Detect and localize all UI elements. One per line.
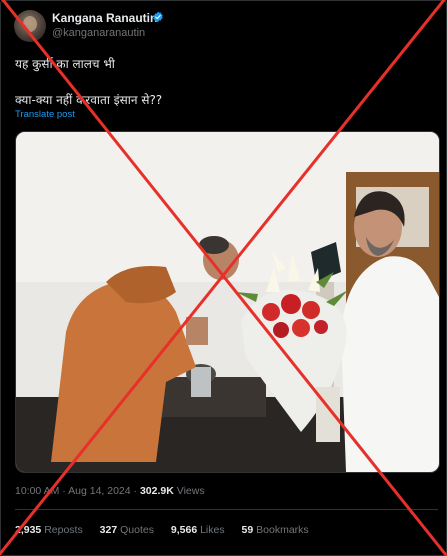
bookmarks-stat[interactable]: 59 Bookmarks (242, 524, 309, 536)
tweet-text-line-1: यह कुर्सी का लालच भी (15, 57, 115, 71)
tweet-text-line-2: क्या-क्या नहीं करवाता इंसान से?? (15, 93, 163, 107)
engagement-stats: 2,935 Reposts 327 Quotes 9,566 Likes 59 … (15, 524, 323, 536)
reposts-count: 2,935 (15, 524, 42, 536)
quotes-stat[interactable]: 327 Quotes (100, 524, 157, 536)
photo-illustration (16, 132, 439, 472)
post-timestamp-row: 10:00 AM · Aug 14, 2024 · 302.9K Views (15, 485, 205, 497)
verified-badge-icon (153, 11, 163, 23)
views-count: 302.9K (139, 485, 174, 497)
divider (15, 509, 438, 510)
translate-post-link[interactable]: Translate post (15, 109, 75, 120)
avatar[interactable] (14, 10, 46, 42)
bookmarks-count: 59 (241, 524, 254, 536)
post-date[interactable]: Aug 14, 2024 (68, 485, 130, 497)
reposts-label: Reposts (44, 524, 83, 536)
author-display-name[interactable]: Kangana Ranautin (52, 11, 157, 25)
post-photo[interactable] (15, 131, 440, 473)
bookmarks-label: Bookmarks (256, 524, 309, 536)
author-handle[interactable]: @kanganaranautin (52, 27, 145, 39)
separator-dot: · (133, 485, 138, 497)
likes-label: Likes (200, 524, 225, 536)
post-time[interactable]: 10:00 AM (15, 485, 59, 497)
likes-count: 9,566 (170, 524, 198, 536)
views-label: Views (176, 485, 205, 497)
reposts-stat[interactable]: 2,935 Reposts (15, 524, 86, 536)
quotes-count: 327 (99, 524, 118, 536)
quotes-label: Quotes (120, 524, 154, 536)
separator-dot: · (62, 485, 66, 497)
likes-stat[interactable]: 9,566 Likes (171, 524, 228, 536)
